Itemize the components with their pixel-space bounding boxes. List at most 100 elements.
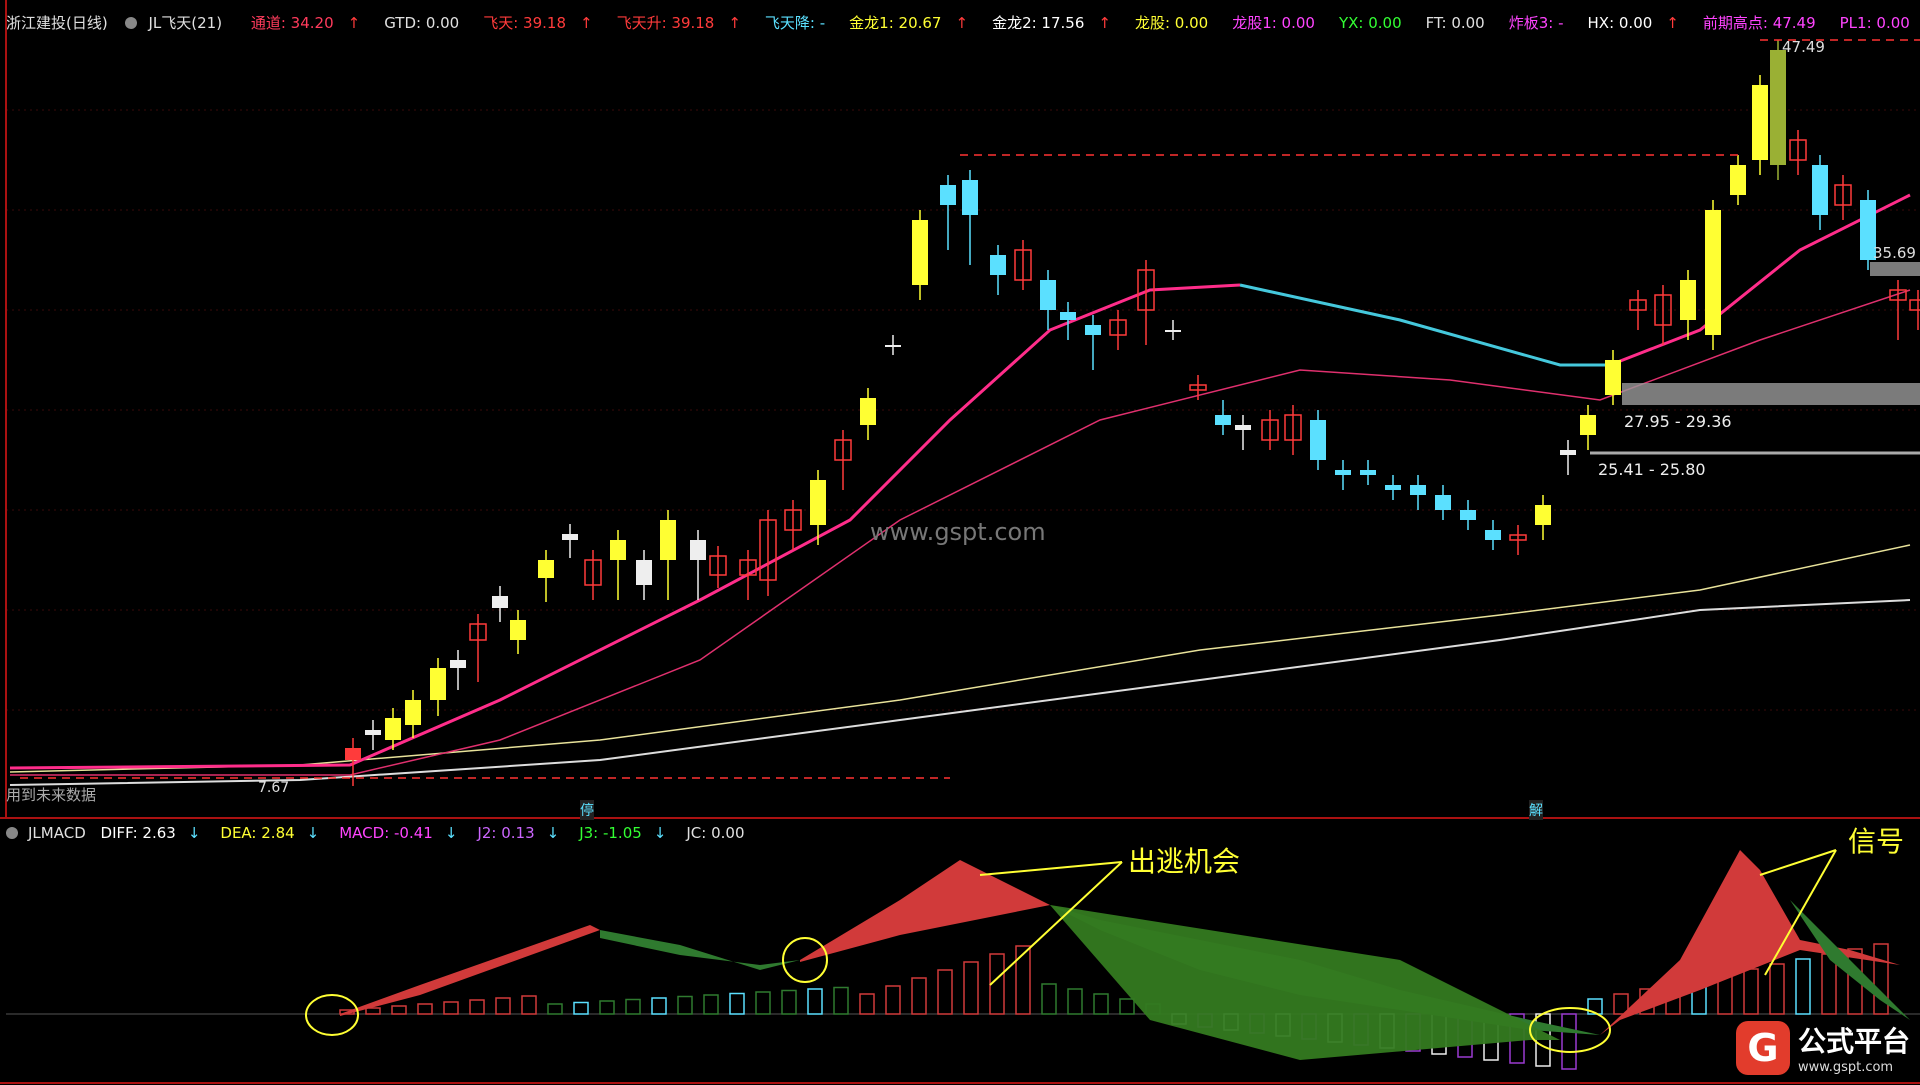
macd-bar	[1223, 1013, 1239, 1031]
annotation-signal: 信号	[1848, 825, 1905, 858]
signal-circle-3	[1529, 1007, 1611, 1053]
macd-bar	[443, 1001, 459, 1015]
candle-body	[450, 660, 466, 668]
logo-title: 公式平台	[1797, 1025, 1910, 1058]
diff-dea-red-band-2	[800, 860, 1050, 962]
arrow-down-icon: ↓	[653, 824, 667, 842]
macd-bar	[885, 985, 901, 1015]
arrow-down-icon: ↓	[187, 824, 201, 842]
macd-bar	[1769, 963, 1785, 1015]
diff-dea-red-band-1	[340, 925, 600, 1016]
macd-field-value: MACD: -0.41	[339, 824, 433, 842]
arrow-down-icon: ↓	[546, 824, 560, 842]
macd-bar	[573, 1001, 589, 1015]
macd-bar	[911, 977, 927, 1015]
candle-body	[510, 620, 526, 640]
macd-bar	[729, 992, 745, 1015]
candle-body	[1360, 470, 1376, 475]
macd-bar	[989, 953, 1005, 1015]
logo-url: www.gspt.com	[1797, 1060, 1894, 1075]
candle-body	[1680, 280, 1696, 320]
macd-bar	[1119, 998, 1135, 1015]
macd-bar	[391, 1005, 407, 1015]
price-right-label: 35.69	[1873, 244, 1916, 262]
macd-bar	[1093, 993, 1109, 1015]
candle-body	[1235, 425, 1251, 430]
candle-body	[1435, 495, 1451, 510]
macd-bar	[1301, 1013, 1317, 1040]
candle-body	[1752, 85, 1768, 160]
candle-body	[1410, 485, 1426, 495]
macd-bar	[495, 997, 511, 1015]
macd-bar	[937, 969, 953, 1015]
candle-body	[940, 185, 956, 205]
macd-bar	[1431, 1013, 1447, 1055]
macd-bar	[365, 1007, 381, 1015]
price-chart[interactable]	[0, 0, 1920, 820]
macd-bar	[1353, 1013, 1369, 1046]
candle-body	[1040, 280, 1056, 310]
zone-upper-bar	[1622, 383, 1920, 405]
candle-body	[385, 718, 401, 740]
candle-body	[430, 668, 446, 700]
diff-dea-green-band-2	[980, 870, 1600, 1035]
macd-settings-dot-icon[interactable]	[6, 827, 18, 839]
macd-bar	[703, 994, 719, 1015]
macd-field: J2: 0.13 ↓	[477, 824, 569, 842]
diff-dea-red-band-3	[1600, 850, 1900, 1035]
macd-bar	[1379, 1013, 1395, 1049]
candle-body	[538, 560, 554, 578]
macd-bar	[625, 998, 641, 1015]
candle-body	[1560, 450, 1576, 455]
diff-dea-green-band-1	[600, 930, 800, 970]
candle-body	[1060, 312, 1076, 320]
candle-body	[636, 560, 652, 585]
candle-body	[610, 540, 626, 560]
price-high-label: 47.49	[1782, 38, 1825, 56]
macd-bar	[1587, 998, 1603, 1015]
macd-bar	[1873, 943, 1889, 1015]
macd-bar	[1457, 1013, 1473, 1058]
candle-body	[690, 540, 706, 560]
ma-long-white	[9, 599, 1911, 786]
macd-bar	[859, 993, 875, 1015]
ma-short-cyan	[1239, 283, 1610, 367]
price-low-label: 7.67	[258, 780, 290, 796]
diff-dea-green-band-4	[1760, 870, 1910, 1020]
candle-body	[1605, 360, 1621, 395]
macd-bar	[1067, 988, 1083, 1015]
candle-body	[1535, 505, 1551, 525]
ma-long-yellow	[9, 544, 1911, 773]
candle-body	[345, 748, 361, 760]
candle-body	[562, 534, 578, 540]
arrow-down-icon: ↓	[444, 824, 458, 842]
candle-body	[962, 180, 978, 215]
watermark: www.gspt.com	[870, 518, 1046, 546]
candle-body	[660, 520, 676, 560]
macd-bar	[1197, 1013, 1213, 1028]
signal-pointer-1	[1759, 849, 1837, 876]
macd-bar	[1275, 1013, 1291, 1037]
macd-field-value: DEA: 2.84	[220, 824, 295, 842]
future-data-note: 用到未来数据	[6, 786, 97, 804]
macd-bar	[1249, 1013, 1265, 1034]
macd-field: MACD: -0.41 ↓	[339, 824, 467, 842]
macd-bar	[1743, 968, 1759, 1015]
macd-bar	[1171, 1013, 1187, 1025]
escape-pointer-2	[989, 861, 1123, 986]
macd-bar	[599, 1000, 615, 1015]
arrow-down-icon: ↓	[306, 824, 320, 842]
macd-bar	[1483, 1013, 1499, 1061]
zone-lower-label: 25.41 - 25.80	[1598, 460, 1706, 479]
macd-bar	[1847, 948, 1863, 1015]
macd-bar	[1691, 978, 1707, 1015]
candle-body	[405, 700, 421, 725]
candle-body	[365, 730, 381, 735]
macd-bar	[417, 1003, 433, 1015]
candle-body	[1730, 165, 1746, 195]
candle-body	[860, 398, 876, 425]
escape-pointer-1	[979, 861, 1123, 876]
signal-circle-2	[782, 937, 828, 983]
macd-field-value: DIFF: 2.63	[100, 824, 176, 842]
macd-field: JC: 0.00	[686, 824, 754, 842]
